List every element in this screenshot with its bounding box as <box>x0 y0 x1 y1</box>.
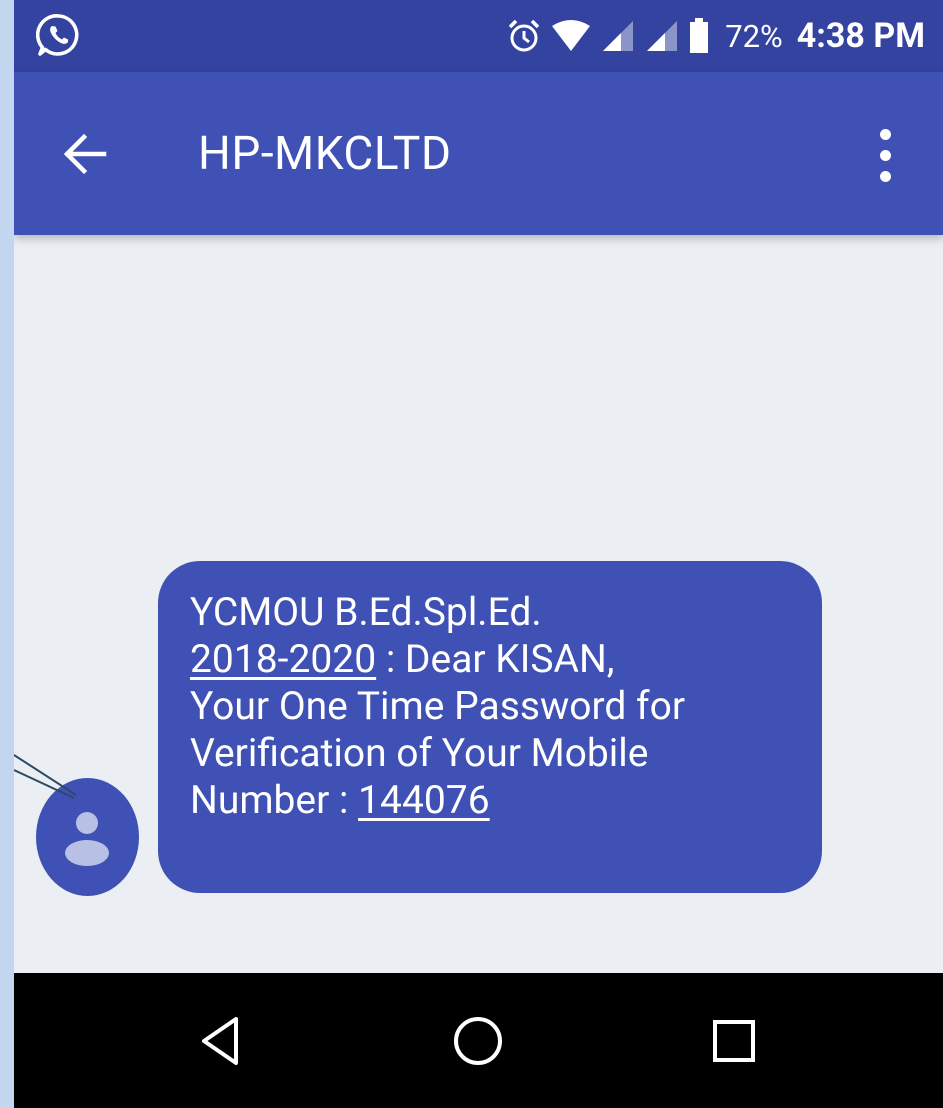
wifi-icon <box>552 20 591 51</box>
phone-screen: 72% 4:38 PM HP-MKCLTD YCMOU B.Ed.Spl.Ed.… <box>14 0 943 1108</box>
status-bar: 72% 4:38 PM <box>14 0 943 72</box>
status-time: 4:38 PM <box>796 16 925 56</box>
message-text: Number : <box>190 777 359 823</box>
whatsapp-icon[interactable] <box>36 12 82 58</box>
left-margin-strip <box>0 0 14 1108</box>
message-text: YCMOU B.Ed.Spl.Ed. <box>190 589 542 635</box>
sender-avatar[interactable] <box>36 778 139 896</box>
message-date-link[interactable]: 2018-2020 <box>190 636 376 682</box>
home-circle-icon[interactable] <box>448 1011 508 1071</box>
alarm-icon <box>508 19 540 52</box>
signal-icon <box>603 21 634 51</box>
signal-icon <box>647 21 678 51</box>
message-text: Verification of Your Mobile <box>190 730 649 776</box>
person-icon <box>65 812 109 866</box>
arrow-back-icon[interactable] <box>56 124 116 184</box>
app-bar: HP-MKCLTD <box>14 72 943 235</box>
battery-icon <box>690 18 709 53</box>
back-triangle-icon[interactable] <box>192 1011 252 1071</box>
message-bubble[interactable]: YCMOU B.Ed.Spl.Ed. 2018-2020 : Dear KISA… <box>158 561 822 893</box>
more-vert-icon[interactable] <box>866 126 906 186</box>
recents-square-icon[interactable] <box>704 1011 764 1071</box>
message-text: : Dear KISAN, <box>376 636 615 682</box>
battery-percent: 72% <box>725 17 783 55</box>
navigation-bar <box>14 973 943 1108</box>
status-icons: 72% 4:38 PM <box>507 0 925 72</box>
conversation-title: HP-MKCLTD <box>198 127 452 181</box>
message-text: Your One Time Password for <box>190 683 686 729</box>
otp-link[interactable]: 144076 <box>358 777 490 823</box>
